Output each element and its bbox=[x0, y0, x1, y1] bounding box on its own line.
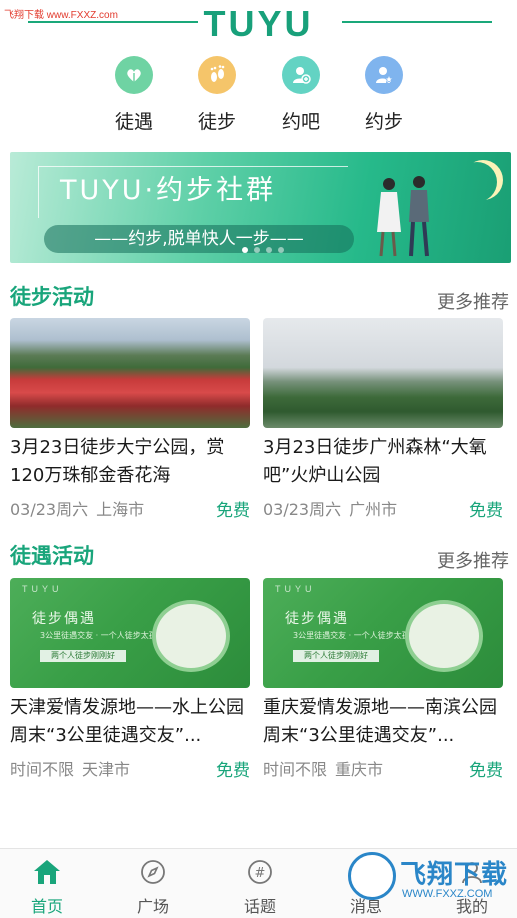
heart-leaf-icon bbox=[115, 56, 153, 94]
image-banner-text: 两个人徒步刚刚好 bbox=[40, 650, 126, 662]
map-circle-graphic bbox=[405, 600, 483, 672]
encounter-card-image: TUYU 徒步偶遇 3公里徒遇交友 · 一个人徒步太孤单 两个人徒步刚刚好 bbox=[10, 578, 250, 688]
encounter-card-meta: 时间不限 天津市 免费 bbox=[10, 756, 250, 781]
hiking-card-image bbox=[263, 318, 503, 428]
watermark-url: WWW.FXXZ.COM bbox=[402, 888, 493, 900]
couple-illustration bbox=[377, 176, 429, 257]
pagination-dot[interactable] bbox=[266, 247, 272, 253]
tab-home[interactable]: 首页 bbox=[12, 857, 82, 917]
card-price: 免费 bbox=[469, 761, 503, 781]
compass-icon bbox=[138, 857, 168, 887]
image-title: 徒步偶遇 bbox=[285, 611, 349, 627]
svg-text:#: # bbox=[255, 866, 266, 881]
banner-pagination bbox=[242, 247, 284, 253]
quick-nav: 徒遇 徒步 约吧 约步 bbox=[0, 56, 517, 136]
app-logo: TUYU bbox=[203, 3, 314, 44]
app-header: TUYU bbox=[0, 0, 517, 48]
hiking-more-link[interactable]: 更多推荐 bbox=[437, 288, 509, 314]
image-title: 徒步偶遇 bbox=[32, 611, 96, 627]
quick-nav-label: 约吧 bbox=[281, 111, 320, 133]
watermark-logo-icon bbox=[348, 852, 396, 900]
tab-square[interactable]: 广场 bbox=[118, 857, 188, 917]
header-divider-right bbox=[342, 21, 492, 23]
watermark-bottom: 飞翔下载 WWW.FXXZ.COM bbox=[348, 852, 508, 910]
hiking-card-title: 3月23日徒步广州森林“大氧吧”火炉山公园 bbox=[263, 437, 487, 486]
card-date: 03/23周六 bbox=[10, 500, 89, 519]
encounter-card[interactable]: TUYU 徒步偶遇 3公里徒遇交友 · 一个人徒步太孤单 两个人徒步刚刚好 天津… bbox=[10, 578, 250, 781]
tab-label: 话题 bbox=[243, 897, 276, 916]
hiking-card[interactable]: 3月23日徒步大宁公园，赏120万珠郁金香花海 03/23周六 上海市 免费 bbox=[10, 318, 250, 521]
card-price: 免费 bbox=[469, 501, 503, 521]
user-star-icon bbox=[365, 56, 403, 94]
card-city: 天津市 bbox=[82, 760, 131, 779]
pagination-dot[interactable] bbox=[242, 247, 248, 253]
watermark-text: 飞翔下载 bbox=[400, 860, 509, 890]
quick-nav-hiking[interactable]: 徒步 bbox=[177, 56, 257, 134]
card-date: 时间不限 bbox=[10, 760, 75, 779]
pagination-dot[interactable] bbox=[254, 247, 260, 253]
quick-nav-label: 徒步 bbox=[197, 111, 236, 133]
encounter-card-image: TUYU 徒步偶遇 3公里徒遇交友 · 一个人徒步太孤单 两个人徒步刚刚好 bbox=[263, 578, 503, 688]
image-brand-text: TUYU bbox=[275, 584, 316, 594]
tab-label: 广场 bbox=[136, 897, 169, 916]
card-price: 免费 bbox=[216, 501, 250, 521]
image-banner-text: 两个人徒步刚刚好 bbox=[293, 650, 379, 662]
card-date: 03/23周六 bbox=[263, 500, 342, 519]
quick-nav-label: 徒遇 bbox=[114, 111, 153, 133]
encounter-card-title: 天津爱情发源地——水上公园周末“3公里徒遇交友”... bbox=[10, 697, 244, 746]
hiking-card-title: 3月23日徒步大宁公园，赏120万珠郁金香花海 bbox=[10, 437, 225, 486]
topic-hash-icon: # bbox=[245, 857, 275, 887]
quick-nav-yuebu[interactable]: 约步 bbox=[344, 56, 424, 134]
quick-nav-label: 约步 bbox=[364, 111, 403, 133]
hiking-section-title: 徒步活动 bbox=[10, 285, 94, 309]
encounter-card-meta: 时间不限 重庆市 免费 bbox=[263, 756, 503, 781]
footprint-icon bbox=[198, 56, 236, 94]
encounter-card[interactable]: TUYU 徒步偶遇 3公里徒遇交友 · 一个人徒步太孤单 两个人徒步刚刚好 重庆… bbox=[263, 578, 503, 781]
encounter-card-title: 重庆爱情发源地——南滨公园周末“3公里徒遇交友”... bbox=[263, 697, 497, 746]
quick-nav-yueba[interactable]: 约吧 bbox=[261, 56, 341, 134]
moon-icon bbox=[457, 162, 497, 202]
promo-banner[interactable]: TUYU·约步社群 ——约步,脱单快人一步—— bbox=[10, 152, 511, 263]
encounter-section-title: 徒遇活动 bbox=[10, 544, 94, 568]
card-price: 免费 bbox=[216, 761, 250, 781]
map-circle-graphic bbox=[152, 600, 230, 672]
pagination-dot[interactable] bbox=[278, 247, 284, 253]
home-icon bbox=[32, 857, 62, 887]
card-city: 广州市 bbox=[349, 500, 398, 519]
user-add-icon bbox=[282, 56, 320, 94]
hiking-card-image bbox=[10, 318, 250, 428]
hiking-card-meta: 03/23周六 广州市 免费 bbox=[263, 496, 503, 521]
card-city: 重庆市 bbox=[335, 760, 384, 779]
card-city: 上海市 bbox=[96, 500, 145, 519]
image-brand-text: TUYU bbox=[22, 584, 63, 594]
card-date: 时间不限 bbox=[263, 760, 328, 779]
image-subtitle: 3公里徒遇交友 · 一个人徒步太孤单 bbox=[293, 631, 418, 640]
banner-slogan: ——约步,脱单快人一步—— bbox=[44, 225, 354, 253]
hiking-card[interactable]: 3月23日徒步广州森林“大氧吧”火炉山公园 03/23周六 广州市 免费 bbox=[263, 318, 503, 521]
quick-nav-tuyu[interactable]: 徒遇 bbox=[94, 56, 174, 134]
banner-title: TUYU·约步社群 bbox=[60, 175, 277, 206]
image-subtitle: 3公里徒遇交友 · 一个人徒步太孤单 bbox=[40, 631, 165, 640]
encounter-more-link[interactable]: 更多推荐 bbox=[437, 547, 509, 573]
tab-topic[interactable]: # 话题 bbox=[225, 857, 295, 917]
hiking-card-meta: 03/23周六 上海市 免费 bbox=[10, 496, 250, 521]
tab-label: 首页 bbox=[30, 897, 63, 916]
